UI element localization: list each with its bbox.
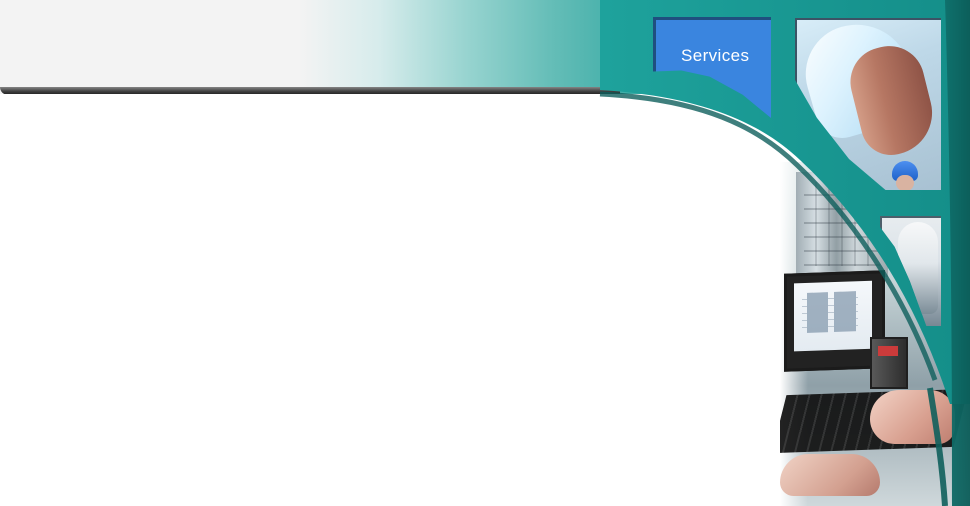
equipment-rack-icon <box>796 172 888 277</box>
page-canvas: Services <box>0 0 970 506</box>
small-worker-face-icon <box>896 175 914 190</box>
tab-services-label: Services <box>681 46 750 65</box>
monitor-screen <box>794 280 872 352</box>
main-content-area <box>0 94 780 506</box>
second-hand-icon <box>780 454 880 496</box>
hand-icon <box>870 390 955 444</box>
keyboard-photo-icon <box>780 162 970 506</box>
device-box-icon <box>870 337 908 389</box>
